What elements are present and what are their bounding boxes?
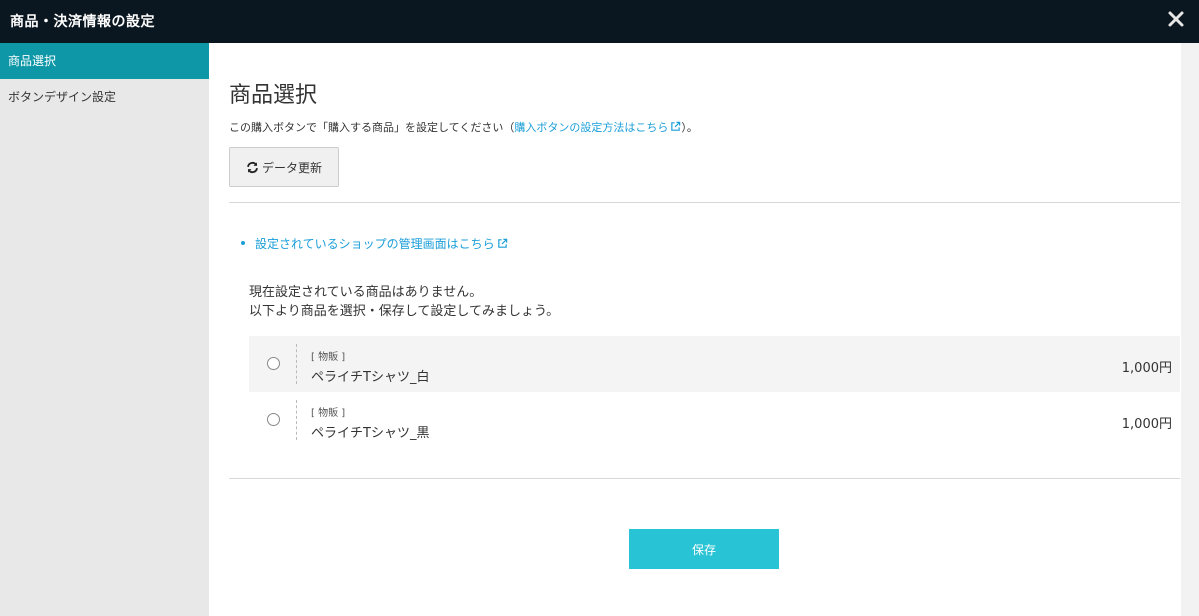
window-title: 商品・決済情報の設定 [10, 14, 155, 30]
sidebar: 商品選択 ボタンデザイン設定 [0, 43, 209, 616]
close-icon[interactable] [1165, 8, 1187, 30]
save-button[interactable]: 保存 [629, 529, 779, 569]
shop-admin-link[interactable]: 設定されているショップの管理画面はこちら [255, 237, 508, 251]
page-title: 商品選択 [229, 83, 318, 108]
list-bullet [241, 241, 245, 245]
product-row[interactable]: [ 物販 ] ペライチTシャツ_黒 1,000円 [249, 392, 1180, 448]
product-price: 1,000円 [1121, 361, 1172, 376]
product-radio[interactable] [267, 357, 280, 370]
shop-admin-link-text[interactable]: 設定されているショップの管理画面はこちら [255, 237, 495, 251]
refresh-label: データ更新 [261, 160, 322, 175]
external-link-icon [497, 238, 507, 248]
description-suffix: ）。 [681, 121, 698, 134]
product-category: [ 物販 ] [311, 408, 346, 419]
product-category: [ 物販 ] [311, 352, 346, 363]
refresh-icon [247, 161, 258, 173]
message-line-1: 現在設定されている商品はありません。 [249, 285, 483, 300]
message-line-2: 以下より商品を選択・保存して設定してみましょう。 [249, 304, 560, 319]
sidebar-item-button-design[interactable]: ボタンデザイン設定 [0, 79, 209, 115]
refresh-button[interactable]: データ更新 [229, 147, 339, 187]
no-product-message: 現在設定されている商品はありません。 以下より商品を選択・保存して設定してみまし… [249, 283, 559, 321]
title-bar: 商品・決済情報の設定 [0, 0, 1199, 43]
close-button[interactable] [1165, 8, 1187, 30]
setup-guide-link[interactable]: 購入ボタンの設定方法はこちら [514, 121, 681, 134]
row-separator [296, 400, 297, 440]
product-name: ペライチTシャツ_白 [311, 370, 430, 385]
divider-top [229, 202, 1180, 203]
external-link-icon [671, 121, 681, 131]
sidebar-item-product-select[interactable]: 商品選択 [0, 43, 209, 79]
product-row[interactable]: [ 物販 ] ペライチTシャツ_白 1,000円 [249, 336, 1180, 392]
setup-guide-link-text[interactable]: 購入ボタンの設定方法はこちら [514, 121, 668, 134]
product-price: 1,000円 [1121, 417, 1172, 432]
scrollbar[interactable] [1181, 43, 1199, 616]
product-radio[interactable] [267, 413, 280, 426]
description: この購入ボタンで「購入する商品」を設定してください（購入ボタンの設定方法はこちら… [229, 119, 698, 135]
product-list: [ 物販 ] ペライチTシャツ_白 1,000円 [ 物販 ] ペライチTシャツ… [249, 336, 1180, 448]
divider-bottom [229, 478, 1180, 479]
row-separator [296, 344, 297, 384]
main-content: 商品選択 この購入ボタンで「購入する商品」を設定してください（購入ボタンの設定方… [229, 43, 1180, 616]
shop-admin-link-item: 設定されているショップの管理画面はこちら [241, 235, 508, 252]
description-prefix: この購入ボタンで「購入する商品」を設定してください（ [229, 121, 515, 134]
product-name: ペライチTシャツ_黒 [311, 426, 430, 441]
